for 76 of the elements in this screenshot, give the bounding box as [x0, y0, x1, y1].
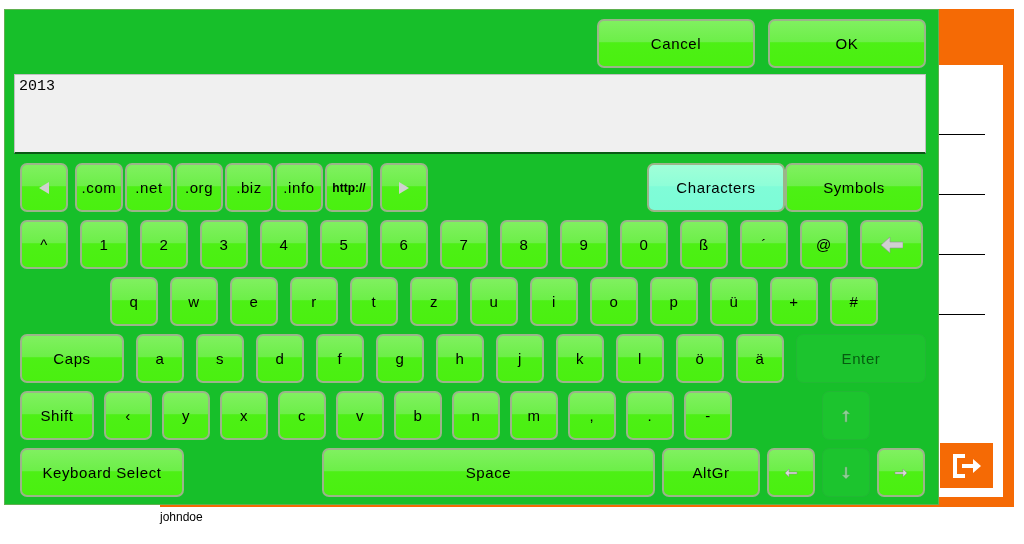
key[interactable]: .: [626, 391, 674, 440]
key[interactable]: 6: [380, 220, 428, 269]
key[interactable]: b: [394, 391, 442, 440]
key[interactable]: ä: [736, 334, 784, 383]
key[interactable]: n: [452, 391, 500, 440]
backspace-key[interactable]: [860, 220, 923, 269]
key[interactable]: 0: [620, 220, 668, 269]
key[interactable]: d: [256, 334, 304, 383]
domain-key[interactable]: .net: [125, 163, 173, 212]
shift-key[interactable]: Shift: [20, 391, 94, 440]
key[interactable]: 3: [200, 220, 248, 269]
key[interactable]: @: [800, 220, 848, 269]
key[interactable]: 5: [320, 220, 368, 269]
key[interactable]: c: [278, 391, 326, 440]
key[interactable]: e: [230, 277, 278, 326]
key[interactable]: f: [316, 334, 364, 383]
key[interactable]: ´: [740, 220, 788, 269]
key[interactable]: ,: [568, 391, 616, 440]
key[interactable]: p: [650, 277, 698, 326]
space-key[interactable]: Space: [322, 448, 655, 497]
domain-key[interactable]: .biz: [225, 163, 273, 212]
scroll-right-key[interactable]: [380, 163, 428, 212]
keyboard-select-button[interactable]: Keyboard Select: [20, 448, 184, 497]
key[interactable]: j: [496, 334, 544, 383]
domain-key[interactable]: .com: [75, 163, 123, 212]
key[interactable]: 4: [260, 220, 308, 269]
triangle-right-icon: [399, 181, 409, 194]
input-field[interactable]: 2013: [14, 74, 926, 154]
key[interactable]: v: [336, 391, 384, 440]
key[interactable]: ^: [20, 220, 68, 269]
key[interactable]: 2: [140, 220, 188, 269]
arrow-down-icon: [839, 465, 853, 480]
left-arrow-key[interactable]: [767, 448, 815, 497]
key[interactable]: ß: [680, 220, 728, 269]
key[interactable]: g: [376, 334, 424, 383]
user-name: johndoe: [160, 510, 203, 524]
key[interactable]: l: [616, 334, 664, 383]
key[interactable]: z: [410, 277, 458, 326]
key[interactable]: q: [110, 277, 158, 326]
key[interactable]: +: [770, 277, 818, 326]
key[interactable]: 1: [80, 220, 128, 269]
logout-button[interactable]: [940, 443, 993, 488]
key[interactable]: k: [556, 334, 604, 383]
key[interactable]: x: [220, 391, 268, 440]
key[interactable]: o: [590, 277, 638, 326]
key[interactable]: s: [196, 334, 244, 383]
key[interactable]: ö: [676, 334, 724, 383]
domain-key[interactable]: .org: [175, 163, 223, 212]
arrow-up-icon: [839, 408, 853, 423]
cancel-button[interactable]: Cancel: [597, 19, 755, 68]
key[interactable]: y: [162, 391, 210, 440]
key[interactable]: ‹: [104, 391, 152, 440]
altgr-key[interactable]: AltGr: [662, 448, 760, 497]
key[interactable]: 8: [500, 220, 548, 269]
logout-icon: [952, 453, 981, 478]
key[interactable]: u: [470, 277, 518, 326]
key[interactable]: -: [684, 391, 732, 440]
triangle-left-icon: [39, 181, 49, 194]
right-arrow-key[interactable]: [877, 448, 925, 497]
key[interactable]: r: [290, 277, 338, 326]
key[interactable]: 7: [440, 220, 488, 269]
backspace-icon: [880, 236, 903, 253]
key[interactable]: t: [350, 277, 398, 326]
scroll-left-key[interactable]: [20, 163, 68, 212]
key[interactable]: ü: [710, 277, 758, 326]
key[interactable]: i: [530, 277, 578, 326]
key[interactable]: m: [510, 391, 558, 440]
mode-tab[interactable]: Characters: [647, 163, 785, 212]
key[interactable]: 9: [560, 220, 608, 269]
caps-key[interactable]: Caps: [20, 334, 124, 383]
key[interactable]: w: [170, 277, 218, 326]
key[interactable]: h: [436, 334, 484, 383]
ok-button[interactable]: OK: [768, 19, 926, 68]
key[interactable]: a: [136, 334, 184, 383]
key[interactable]: #: [830, 277, 878, 326]
domain-key[interactable]: http://: [325, 163, 373, 212]
